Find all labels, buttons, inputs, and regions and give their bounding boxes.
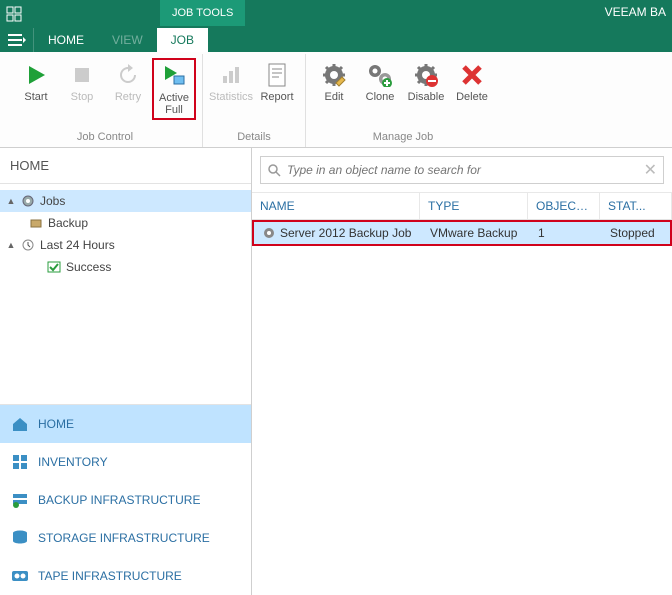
ribbon-group-details: Statistics Report Details: [203, 54, 306, 147]
grid-row[interactable]: Server 2012 Backup Job VMware Backup 1 S…: [252, 220, 672, 246]
storage-infra-icon: [10, 528, 30, 548]
grid-header: NAME TYPE OBJECTS↓ STAT...: [252, 193, 672, 220]
col-type[interactable]: TYPE: [420, 193, 528, 219]
search-icon: [267, 163, 281, 177]
ribbon-group-job-control: Start Stop Retry Active Full Job Control: [8, 54, 203, 147]
retry-button[interactable]: Retry: [106, 58, 150, 106]
report-button[interactable]: Report: [255, 58, 299, 106]
nav-inventory[interactable]: INVENTORY: [0, 443, 251, 481]
clone-icon: [366, 61, 394, 89]
nav-backup-infra[interactable]: BACKUP INFRASTRUCTURE: [0, 481, 251, 519]
group-label-manage-job: Manage Job: [373, 129, 434, 147]
cell-name: Server 2012 Backup Job: [280, 226, 411, 240]
chevron-down-icon[interactable]: ▲: [6, 240, 16, 250]
search-box[interactable]: ✕: [260, 156, 664, 184]
disable-label: Disable: [408, 91, 445, 103]
group-label-job-control: Job Control: [77, 129, 133, 147]
nav-label: INVENTORY: [38, 455, 108, 469]
retry-label: Retry: [115, 91, 141, 103]
search-wrap: ✕: [252, 148, 672, 193]
statistics-button[interactable]: Statistics: [209, 58, 253, 106]
success-icon: [46, 259, 62, 275]
jobs-icon: [20, 193, 36, 209]
left-pane: HOME ▲ Jobs Backup ▲ Last 24 Hours Succe…: [0, 148, 252, 595]
main-split: HOME ▲ Jobs Backup ▲ Last 24 Hours Succe…: [0, 148, 672, 595]
active-full-label: Active Full: [159, 92, 189, 116]
tree-label: Success: [66, 260, 111, 274]
tab-view[interactable]: VIEW: [98, 28, 157, 52]
delete-icon: [458, 61, 486, 89]
tab-row: HOME VIEW JOB: [0, 28, 672, 52]
left-pane-header: HOME: [0, 148, 251, 184]
edit-button[interactable]: Edit: [312, 58, 356, 106]
backup-infra-icon: [10, 490, 30, 510]
start-button[interactable]: Start: [14, 58, 58, 106]
stop-icon: [68, 61, 96, 89]
home-icon: [10, 414, 30, 434]
col-name[interactable]: NAME: [252, 193, 420, 219]
cell-status: Stopped: [602, 222, 670, 244]
nav-label: TAPE INFRASTRUCTURE: [38, 569, 182, 583]
search-input[interactable]: [287, 163, 638, 177]
ribbon-group-manage-job: Edit Clone Disable Delete Manage Job: [306, 54, 500, 147]
stop-label: Stop: [71, 91, 94, 103]
tree-label: Backup: [48, 216, 88, 230]
main-menu-button[interactable]: [0, 28, 34, 52]
title-bar: JOB TOOLS VEEAM BA: [0, 0, 672, 28]
cell-type: VMware Backup: [422, 222, 530, 244]
tree-label: Jobs: [40, 194, 65, 208]
tree-node-jobs[interactable]: ▲ Jobs: [0, 190, 251, 212]
group-label-details: Details: [237, 129, 271, 147]
nav-tree: ▲ Jobs Backup ▲ Last 24 Hours Success: [0, 184, 251, 404]
chevron-down-icon[interactable]: ▲: [6, 196, 16, 206]
backup-icon: [28, 215, 44, 231]
disable-icon: [412, 61, 440, 89]
product-title: VEEAM BA: [605, 5, 666, 19]
nav-tape-infra[interactable]: TAPE INFRASTRUCTURE: [0, 557, 251, 595]
tab-job[interactable]: JOB: [157, 28, 208, 52]
report-icon: [263, 61, 291, 89]
tape-infra-icon: [10, 566, 30, 586]
edit-label: Edit: [325, 91, 344, 103]
delete-button[interactable]: Delete: [450, 58, 494, 106]
disable-button[interactable]: Disable: [404, 58, 448, 106]
active-full-button[interactable]: Active Full: [152, 58, 196, 120]
tab-home[interactable]: HOME: [34, 28, 98, 52]
nav-storage-infra[interactable]: STORAGE INFRASTRUCTURE: [0, 519, 251, 557]
contextual-tab-job-tools: JOB TOOLS: [160, 0, 245, 26]
active-full-icon: [160, 62, 188, 90]
play-icon: [22, 61, 50, 89]
statistics-icon: [217, 61, 245, 89]
nav-home[interactable]: HOME: [0, 405, 251, 443]
job-grid: NAME TYPE OBJECTS↓ STAT... Server 2012 B…: [252, 193, 672, 246]
statistics-label: Statistics: [209, 91, 253, 103]
tree-node-last24[interactable]: ▲ Last 24 Hours: [0, 234, 251, 256]
tree-label: Last 24 Hours: [40, 238, 115, 252]
tree-node-backup[interactable]: Backup: [0, 212, 251, 234]
right-pane: ✕ NAME TYPE OBJECTS↓ STAT... Server 2012…: [252, 148, 672, 595]
clear-search-button[interactable]: ✕: [644, 160, 657, 180]
clone-button[interactable]: Clone: [358, 58, 402, 106]
nav-label: BACKUP INFRASTRUCTURE: [38, 493, 200, 507]
nav-label: HOME: [38, 417, 74, 431]
ribbon: Start Stop Retry Active Full Job Control…: [0, 52, 672, 148]
stop-button[interactable]: Stop: [60, 58, 104, 106]
nav-label: STORAGE INFRASTRUCTURE: [38, 531, 210, 545]
col-status[interactable]: STAT...: [600, 193, 672, 219]
app-icon: [0, 0, 28, 28]
tree-node-success[interactable]: Success: [0, 256, 251, 278]
retry-icon: [114, 61, 142, 89]
report-label: Report: [260, 91, 293, 103]
nav-section: HOME INVENTORY BACKUP INFRASTRUCTURE STO…: [0, 404, 251, 595]
clone-label: Clone: [366, 91, 395, 103]
gear-icon: [262, 226, 276, 240]
start-label: Start: [24, 91, 47, 103]
col-objects[interactable]: OBJECTS↓: [528, 193, 600, 219]
cell-objects: 1: [530, 222, 602, 244]
edit-gear-icon: [320, 61, 348, 89]
clock-icon: [20, 237, 36, 253]
delete-label: Delete: [456, 91, 488, 103]
inventory-icon: [10, 452, 30, 472]
